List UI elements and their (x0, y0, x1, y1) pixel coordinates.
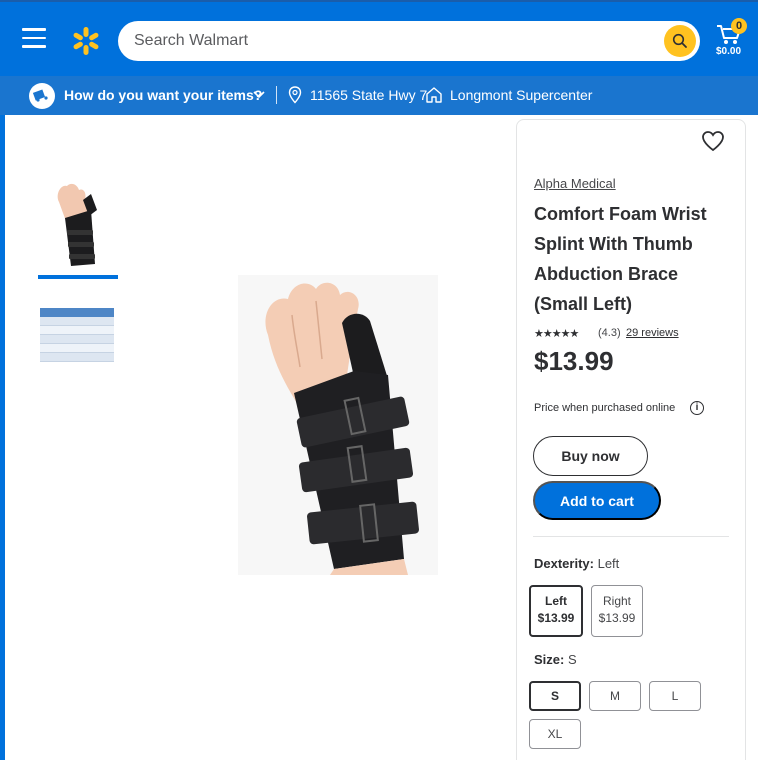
left-edge-bar (0, 115, 5, 760)
location-pin-icon (288, 86, 302, 104)
size-selected-value: S (567, 652, 577, 667)
dexterity-selected-value: Left (597, 556, 620, 571)
delivery-bar: How do you want your items? 11565 State … (0, 76, 758, 115)
search-input[interactable] (134, 21, 654, 61)
dexterity-option-name: Right (602, 594, 631, 608)
favorite-heart-icon[interactable] (701, 130, 725, 152)
add-to-cart-button[interactable]: Add to cart (533, 481, 661, 520)
store-name[interactable]: Longmont Supercenter (450, 87, 592, 103)
brand-link[interactable]: Alpha Medical (534, 176, 616, 191)
price-note: Price when purchased online (534, 402, 676, 414)
thumbnail-selected-indicator (38, 275, 118, 279)
dexterity-option-left[interactable]: Left $13.99 (529, 585, 583, 637)
search-bar (118, 21, 700, 61)
top-header: 0 $0.00 (0, 0, 758, 76)
cart-count-badge: 0 (731, 18, 747, 34)
walmart-spark-logo-icon[interactable] (70, 26, 102, 56)
size-label-text: Size: (534, 652, 565, 667)
dexterity-option-name: Left (545, 594, 567, 608)
size-option-xl[interactable]: XL (529, 719, 581, 749)
product-title: Comfort Foam Wrist Splint With Thumb Abd… (534, 204, 707, 314)
cart-total: $0.00 (716, 46, 742, 57)
size-label: Size: S (534, 652, 577, 667)
delivery-address[interactable]: 11565 State Hwy 7 (310, 87, 427, 103)
search-icon (672, 33, 687, 48)
size-option-l[interactable]: L (649, 681, 701, 711)
buy-now-button[interactable]: Buy now (533, 436, 648, 476)
divider (276, 86, 277, 104)
dexterity-option-right[interactable]: Right $13.99 (591, 585, 643, 637)
fulfillment-question[interactable]: How do you want your items? (64, 87, 262, 103)
product-price: $13.99 (534, 346, 614, 376)
hamburger-menu-icon[interactable] (22, 28, 46, 48)
reviews-link[interactable]: 29 reviews (626, 327, 679, 339)
cart-button[interactable]: 0 $0.00 (716, 18, 748, 64)
chevron-down-icon[interactable] (252, 87, 266, 101)
store-icon (426, 87, 442, 103)
dexterity-label: Dexterity: Left (534, 556, 619, 571)
search-button[interactable] (664, 25, 696, 57)
size-option-s[interactable]: S (529, 681, 581, 711)
product-main-image[interactable] (238, 275, 438, 575)
delivery-truck-icon (29, 83, 55, 109)
rating-stars: ★★★★★ (534, 328, 579, 340)
dexterity-option-price: $13.99 (537, 611, 575, 625)
dexterity-option-price: $13.99 (598, 611, 636, 625)
product-thumbnail-1[interactable] (45, 180, 109, 270)
product-thumbnail-2[interactable] (40, 308, 114, 362)
info-icon[interactable]: i (690, 401, 704, 415)
section-divider (533, 536, 729, 537)
dexterity-label-text: Dexterity: (534, 556, 594, 571)
size-option-m[interactable]: M (589, 681, 641, 711)
rating-value: (4.3) (598, 327, 621, 339)
